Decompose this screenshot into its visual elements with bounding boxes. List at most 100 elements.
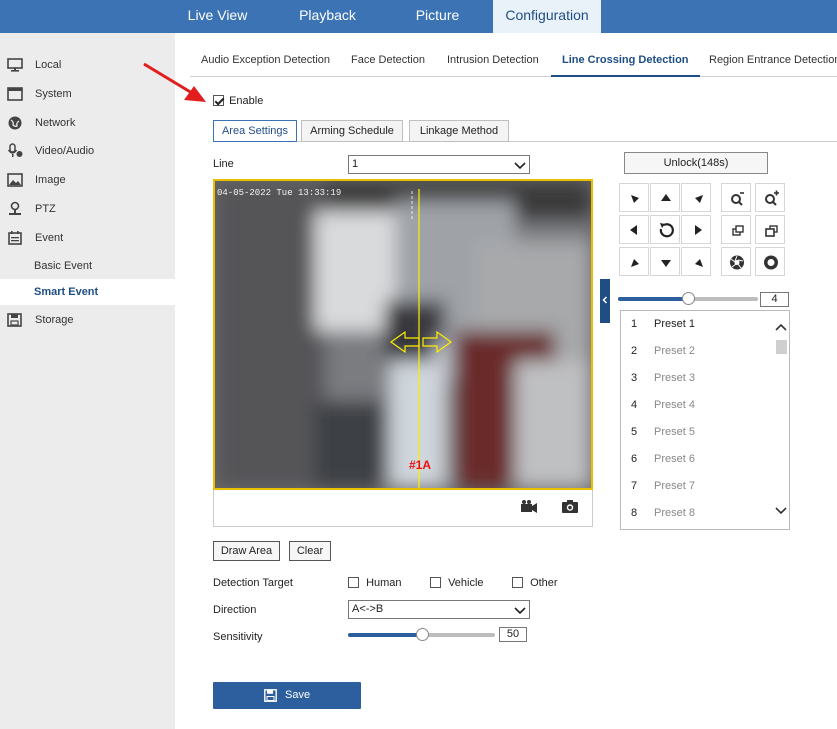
sidebar-item-smart-event[interactable]: Smart Event	[0, 279, 175, 305]
direction-select-value: A<->B	[352, 603, 384, 615]
ptz-right-button[interactable]	[681, 215, 711, 244]
detection-tab-bar: Audio Exception Detection Face Detection…	[190, 44, 837, 77]
system-icon	[7, 87, 23, 101]
clear-button[interactable]: Clear	[289, 541, 331, 561]
sidebar-item-ptz[interactable]: PTZ	[0, 196, 175, 222]
iris-close-button[interactable]	[755, 247, 785, 276]
ptz-left-button[interactable]	[619, 215, 649, 244]
sidebar-item-label: Video/Audio	[35, 145, 95, 157]
direction-select[interactable]: A<->B	[348, 600, 530, 619]
preset-item[interactable]: 5 Preset 5	[621, 419, 773, 446]
slider-handle[interactable]	[416, 628, 429, 641]
topnav-configuration[interactable]: Configuration	[493, 0, 601, 33]
focus-near-icon	[732, 225, 744, 236]
tab-area-settings[interactable]: Area Settings	[213, 120, 297, 142]
ptz-icon	[9, 201, 21, 215]
ptz-speed-value[interactable]: 4	[760, 292, 789, 307]
save-label: Save	[285, 689, 311, 701]
unlock-button[interactable]: Unlock(148s)	[624, 152, 768, 174]
tab-intrusion-detection[interactable]: Intrusion Detection	[447, 44, 539, 77]
ptz-up-button[interactable]	[650, 183, 680, 212]
preset-item[interactable]: 7 Preset 7	[621, 473, 773, 500]
tab-face-detection[interactable]: Face Detection	[351, 44, 425, 77]
other-checkbox[interactable]	[512, 577, 523, 588]
slider-handle[interactable]	[682, 292, 695, 305]
tab-arming-schedule[interactable]: Arming Schedule	[301, 120, 403, 142]
preset-scrollbar[interactable]	[773, 311, 789, 529]
video-preview[interactable]: 04-05-2022 Tue 13:33:19 #1A	[213, 179, 593, 490]
ptz-auto-button[interactable]	[650, 215, 680, 244]
save-icon	[264, 689, 277, 702]
arrow-up-left-icon	[631, 195, 639, 203]
chevron-left-icon	[602, 296, 608, 304]
focus-near-button[interactable]	[721, 215, 751, 244]
image-icon	[7, 173, 23, 187]
sidebar-item-label: Storage	[35, 314, 74, 326]
arrow-down-icon	[661, 260, 671, 267]
sidebar-item-image[interactable]: Image	[0, 167, 175, 193]
save-button[interactable]: Save	[213, 682, 361, 709]
preset-item[interactable]: 4 Preset 4	[621, 392, 773, 419]
sensitivity-slider[interactable]	[348, 628, 495, 642]
preset-name: Preset 1	[654, 318, 695, 330]
ptz-speed-slider[interactable]	[618, 292, 758, 306]
topnav-playback[interactable]: Playback	[285, 0, 370, 33]
zoom-in-button[interactable]	[755, 183, 785, 212]
sidebar-item-video-audio[interactable]: Video/Audio	[0, 138, 175, 164]
zoom-out-icon	[731, 192, 744, 206]
vehicle-checkbox[interactable]	[430, 577, 441, 588]
preset-name: Preset 6	[654, 453, 695, 465]
human-checkbox[interactable]	[348, 577, 359, 588]
ptz-up-left-button[interactable]	[619, 183, 649, 212]
draw-area-button[interactable]: Draw Area	[213, 541, 280, 561]
preset-item[interactable]: 3 Preset 3	[621, 365, 773, 392]
tab-audio-exception-detection[interactable]: Audio Exception Detection	[201, 44, 330, 77]
vehicle-label: Vehicle	[448, 577, 484, 589]
sidebar-item-network[interactable]: Network	[0, 110, 175, 136]
iris-open-button[interactable]	[721, 247, 751, 276]
zoom-out-button[interactable]	[721, 183, 751, 212]
sidebar-item-event[interactable]: Event	[0, 225, 175, 251]
ptz-collapse-tab[interactable]	[600, 279, 610, 323]
arrow-up-icon	[661, 194, 671, 201]
sidebar-item-basic-event[interactable]: Basic Event	[0, 253, 175, 279]
preset-number: 3	[631, 372, 638, 384]
sensitivity-value[interactable]: 50	[499, 627, 527, 642]
ptz-down-button[interactable]	[650, 247, 680, 276]
top-navigation-bar: Live View Playback Picture Configuration	[0, 0, 837, 33]
preset-item[interactable]: 6 Preset 6	[621, 446, 773, 473]
preset-name: Preset 3	[654, 372, 695, 384]
camera-icon[interactable]	[561, 497, 579, 515]
focus-far-button[interactable]	[755, 215, 785, 244]
tab-region-entrance-detection[interactable]: Region Entrance Detection	[709, 44, 837, 77]
arrow-left-icon	[630, 225, 637, 235]
sensitivity-label: Sensitivity	[213, 631, 263, 643]
ptz-down-left-button[interactable]	[619, 247, 649, 276]
direction-label: Direction	[213, 604, 257, 616]
human-label: Human	[366, 577, 402, 589]
storage-icon	[7, 313, 22, 327]
ptz-up-right-button[interactable]	[681, 183, 711, 212]
sidebar-item-label: Local	[35, 59, 62, 71]
detection-target-human[interactable]: Human	[348, 577, 402, 589]
preset-number: 6	[631, 453, 638, 465]
detection-target-vehicle[interactable]: Vehicle	[430, 577, 484, 589]
video-timestamp: 04-05-2022 Tue 13:33:19	[217, 188, 341, 198]
iris-open-icon	[730, 255, 744, 270]
preset-item[interactable]: 8 Preset 8	[621, 500, 773, 527]
enable-checkbox[interactable]	[213, 95, 224, 106]
topnav-live-view[interactable]: Live View	[175, 0, 260, 33]
scrollbar-track	[775, 323, 787, 515]
ptz-down-right-button[interactable]	[681, 247, 711, 276]
tab-line-crossing-detection[interactable]: Line Crossing Detection	[551, 44, 700, 77]
tab-linkage-method[interactable]: Linkage Method	[409, 120, 509, 142]
detection-target-other[interactable]: Other	[512, 577, 558, 589]
preset-item[interactable]: 2 Preset 2	[621, 338, 773, 365]
sidebar-item-storage[interactable]: Storage	[0, 307, 175, 333]
sidebar-item-label: Smart Event	[34, 286, 99, 298]
preset-item[interactable]: 1 Preset 1	[621, 311, 773, 338]
line-select[interactable]: 1	[348, 155, 530, 174]
arrow-up-right-icon	[695, 195, 703, 203]
record-icon[interactable]	[520, 498, 538, 516]
topnav-picture[interactable]: Picture	[395, 0, 480, 33]
